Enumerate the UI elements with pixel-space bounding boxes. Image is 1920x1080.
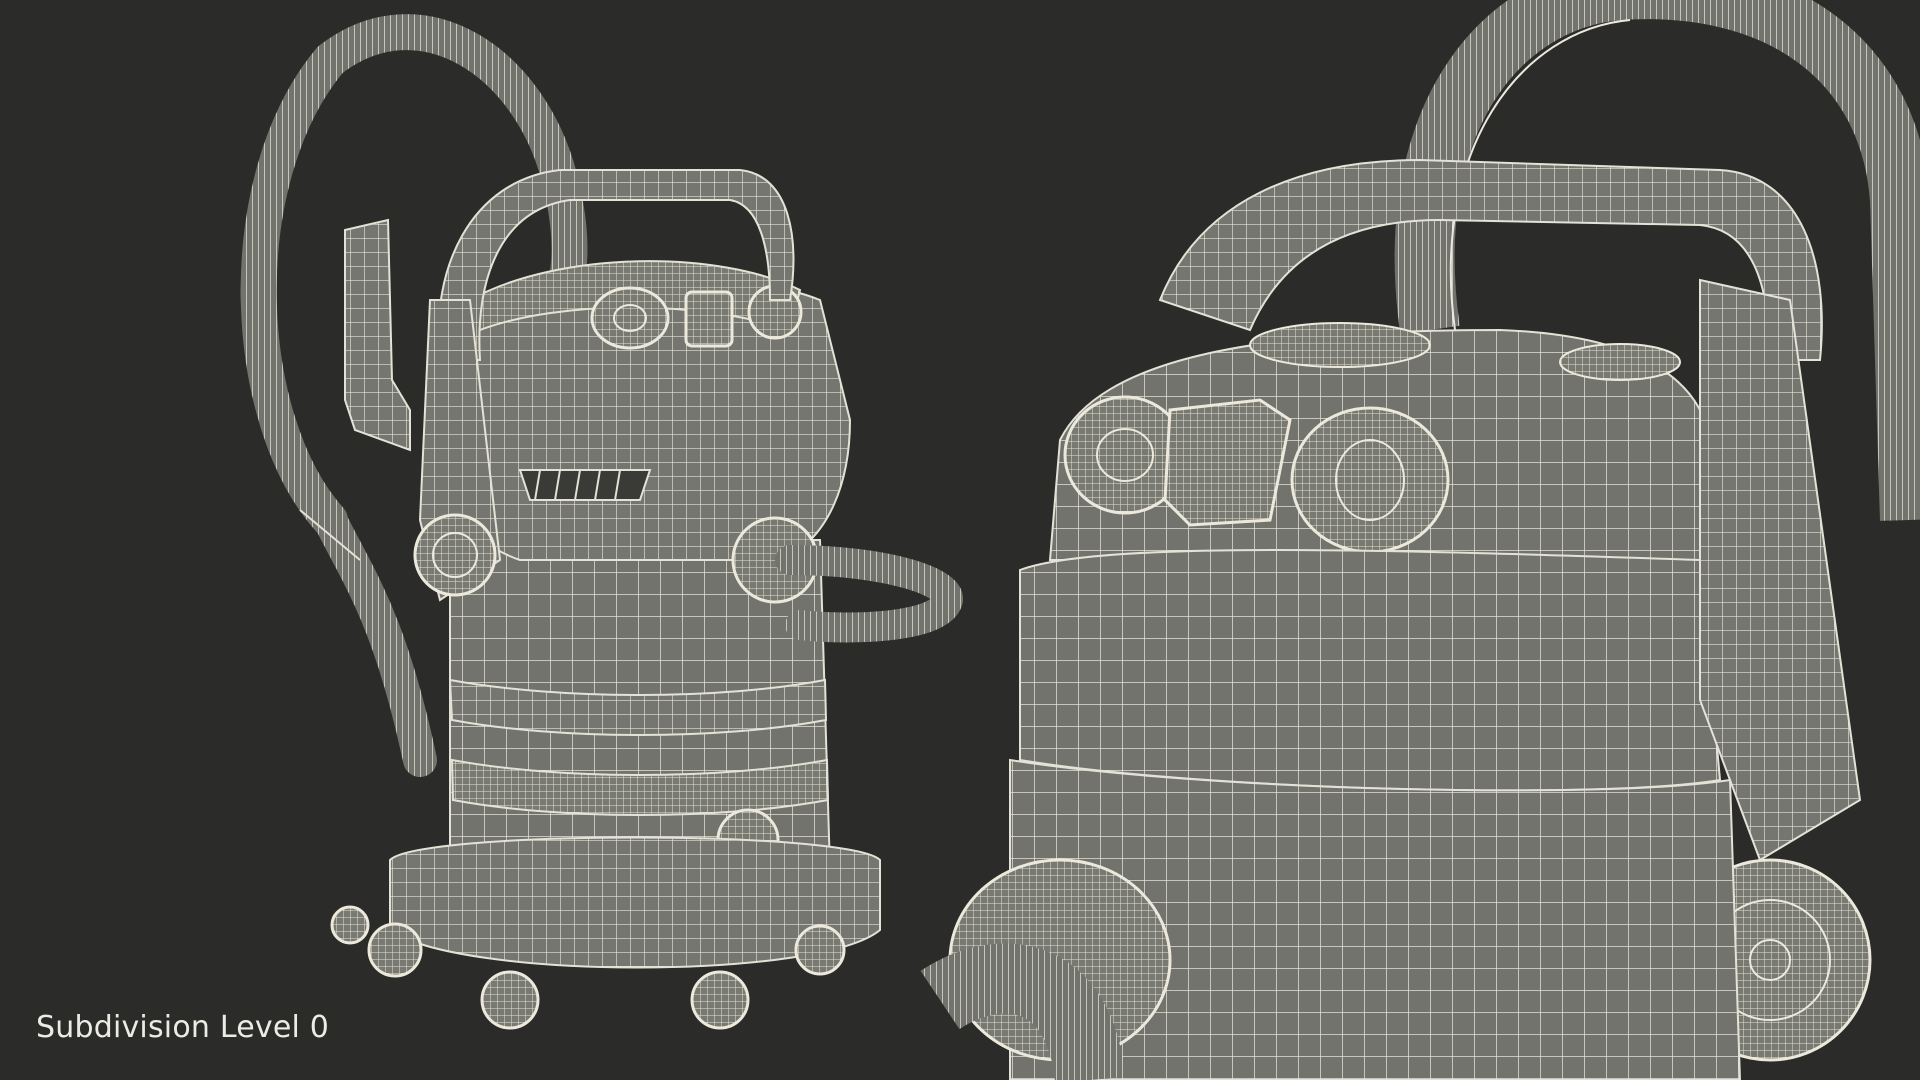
render-viewport: Subdivision Level 0 bbox=[0, 0, 1920, 1080]
subdivision-level-caption: Subdivision Level 0 bbox=[36, 1010, 330, 1045]
vacuum-right-closeup bbox=[920, 0, 1920, 1080]
wireframe-render bbox=[240, 0, 1920, 1080]
vacuum-left-view bbox=[240, 14, 963, 1030]
